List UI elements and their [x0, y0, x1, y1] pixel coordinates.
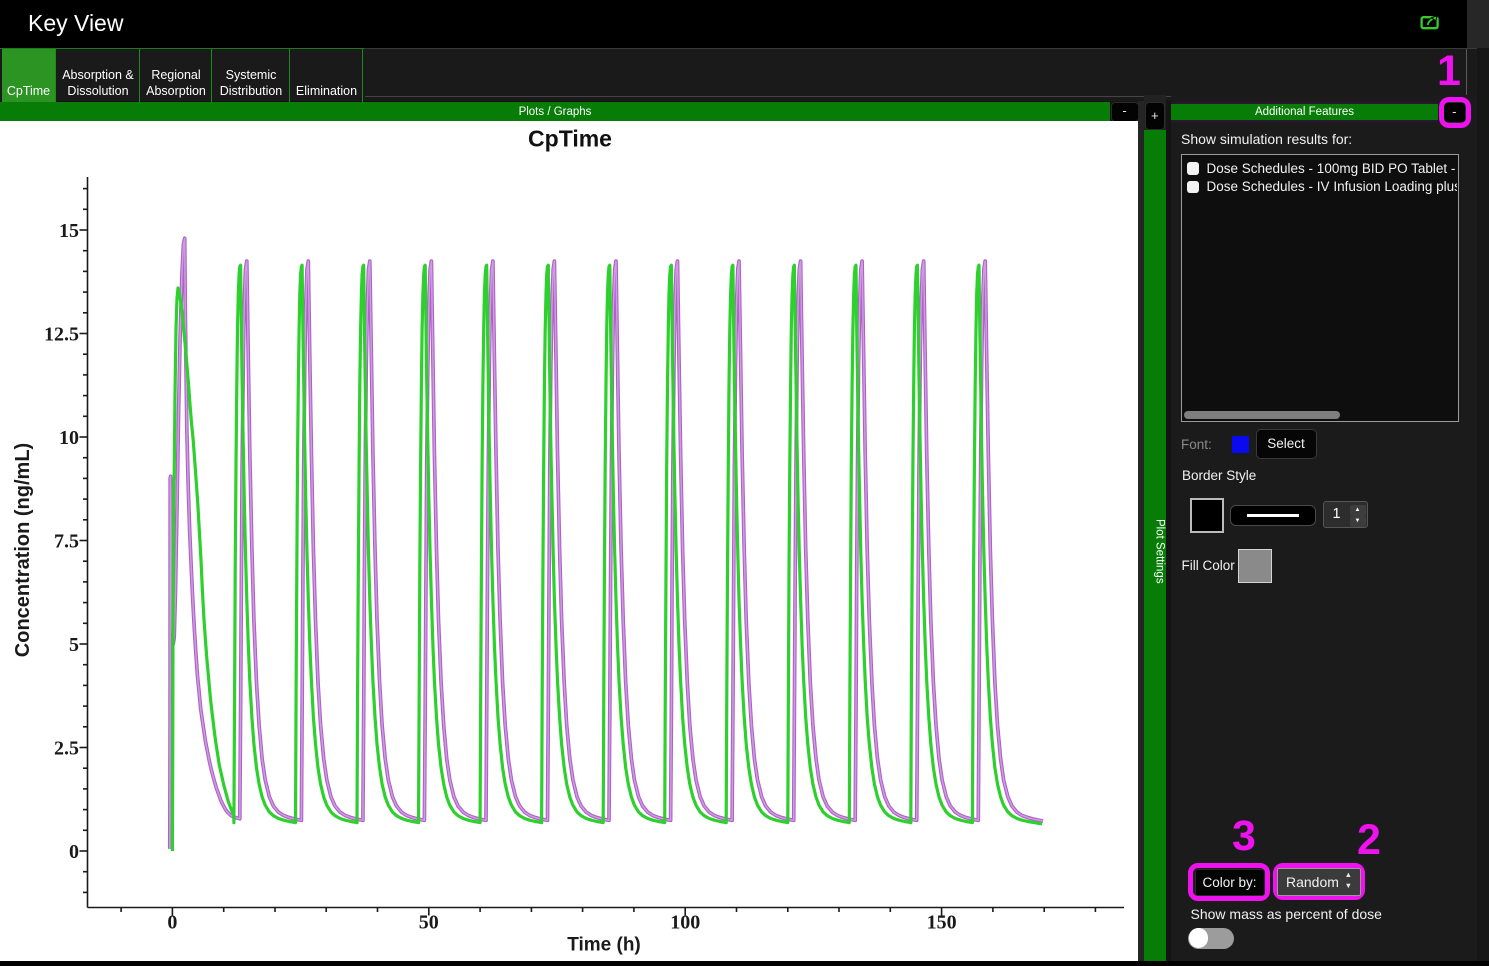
svg-text:CpTime: CpTime [528, 126, 612, 152]
svg-text:2.5: 2.5 [54, 738, 79, 760]
svg-text:Time (h): Time (h) [567, 935, 641, 956]
svg-text:7.5: 7.5 [54, 531, 79, 553]
svg-text:12.5: 12.5 [44, 324, 79, 346]
svg-text:10: 10 [59, 427, 79, 449]
svg-text:100: 100 [670, 912, 700, 934]
svg-text:15: 15 [59, 220, 79, 242]
svg-text:0: 0 [167, 912, 177, 934]
svg-text:5: 5 [69, 634, 79, 656]
svg-text:Concentration (ng/mL): Concentration (ng/mL) [12, 443, 34, 657]
svg-text:50: 50 [419, 912, 439, 934]
svg-text:0: 0 [69, 841, 79, 863]
svg-text:150: 150 [927, 912, 957, 934]
